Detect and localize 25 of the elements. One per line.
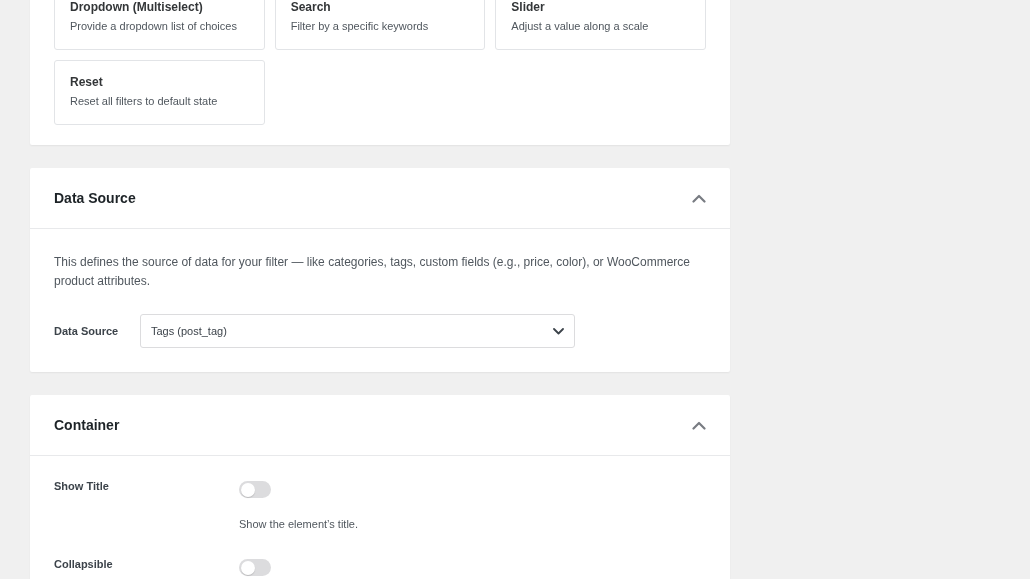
chevron-down-icon [553,327,564,335]
filter-type-card[interactable]: Slider Adjust a value along a scale [495,0,706,50]
section-title: Container [54,416,120,434]
card-description: Filter by a specific keywords [290,19,430,33]
card-description: Adjust a value along a scale [511,19,650,33]
select-field[interactable]: Tags (post_tag) [140,314,575,348]
setting-help: Show the element’s title. [239,517,359,531]
section-title: Data Source [54,189,136,207]
card-title: Slider [511,0,546,14]
field-label: Data Source [54,325,120,337]
chevron-up-icon[interactable] [692,420,706,430]
filter-type-card[interactable]: Search Filter by a specific keywords [274,0,486,50]
setting-label: Show Title [54,479,110,493]
section-description: This defines the source of data for your filter — like categories, tags, custom fields (e.g., price, color), or WooCommerce product attributes. [54,254,692,290]
card-description: Reset all filters to default state [70,94,219,108]
toggle-switch[interactable] [239,481,271,498]
card-title: Dropdown (Multiselect) [70,0,204,14]
card-title: Search [290,0,332,14]
chevron-up-icon[interactable] [692,193,706,203]
toggle-switch[interactable] [239,559,271,576]
setting-label: Collapsible [54,557,114,571]
card-description: Provide a dropdown list of choices [70,19,238,33]
card-title: Reset [70,75,104,89]
filter-type-card[interactable]: Reset Reset all filters to default state [54,60,265,125]
filter-type-card[interactable]: Dropdown (Multiselect) Provide a dropdown list of choices [54,0,265,50]
